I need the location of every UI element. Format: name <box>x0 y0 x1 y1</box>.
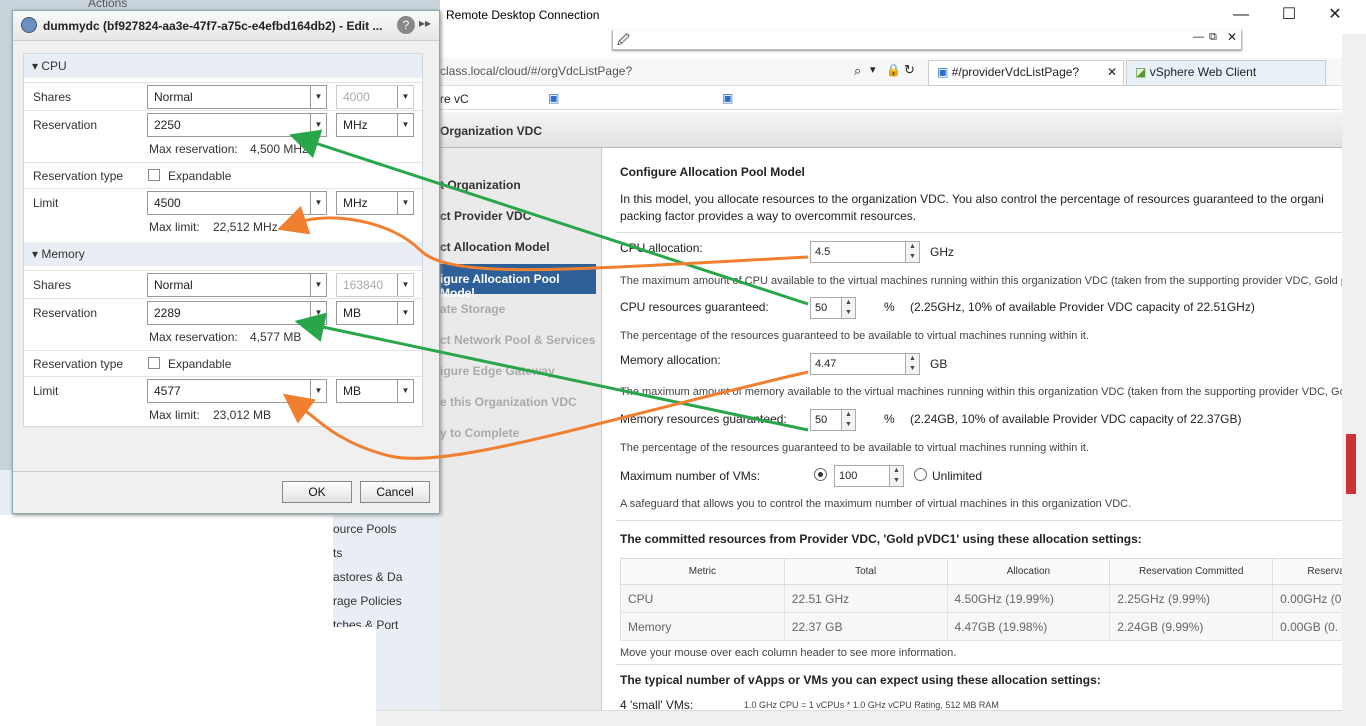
annotation-arrows <box>277 129 809 460</box>
green-arrow <box>289 129 809 306</box>
green-arrow <box>294 312 809 432</box>
orange-arrow <box>277 205 809 272</box>
